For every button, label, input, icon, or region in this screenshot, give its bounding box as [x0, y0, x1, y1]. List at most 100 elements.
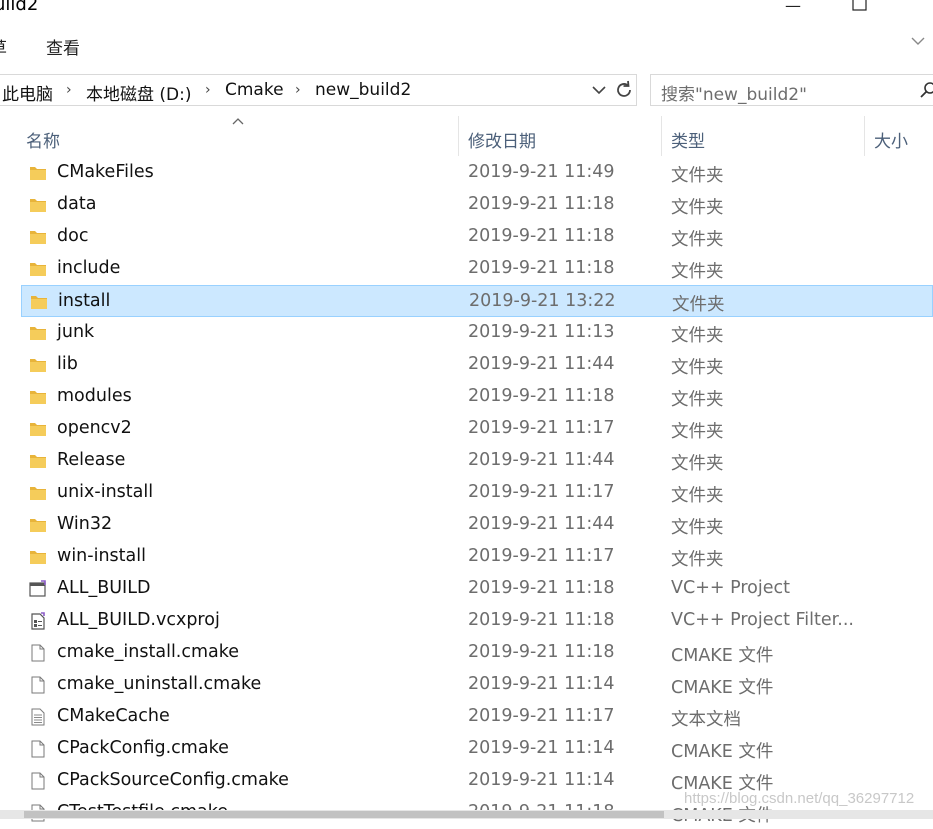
search-icon[interactable]: [919, 81, 933, 99]
file-name[interactable]: lib: [57, 354, 78, 374]
file-name[interactable]: opencv2: [57, 418, 132, 438]
file-date-modified: 2019-9-21 11:14: [468, 674, 615, 694]
file-type: 文件夹: [671, 518, 724, 538]
breadcrumb-drive[interactable]: 本地磁盘 (D:): [86, 80, 192, 105]
file-name[interactable]: data: [57, 194, 96, 214]
folder-icon: [29, 356, 47, 374]
column-divider[interactable]: [864, 116, 865, 156]
file-row[interactable]: Win32 2019-9-21 11:44 文件夹: [21, 509, 933, 541]
file-row[interactable]: data 2019-9-21 11:18 文件夹: [21, 189, 933, 221]
file-row[interactable]: include 2019-9-21 11:18 文件夹: [21, 253, 933, 285]
file-row[interactable]: install 2019-9-21 13:22 文件夹: [21, 285, 933, 317]
file-row[interactable]: cmake_uninstall.cmake 2019-9-21 11:14 CMAK…: [21, 669, 933, 701]
file-date-modified: 2019-9-21 11:18: [468, 610, 615, 630]
file-date-modified: 2019-9-21 11:14: [468, 770, 615, 790]
chevron-down-icon[interactable]: [911, 34, 925, 48]
scrollbar-thumb[interactable]: [24, 811, 664, 818]
folder-icon: [29, 452, 47, 470]
file-icon: [29, 676, 47, 694]
file-date-modified: 2019-9-21 11:18: [468, 386, 615, 406]
file-name[interactable]: unix-install: [57, 482, 153, 502]
column-divider[interactable]: [458, 116, 459, 156]
file-date-modified: 2019-9-21 11:49: [468, 162, 615, 182]
minimize-button[interactable]: —: [785, 0, 801, 15]
address-bar[interactable]: 此电脑 › 本地磁盘 (D:) › Cmake › new_build2: [0, 74, 637, 106]
folder-icon: [29, 516, 47, 534]
file-name[interactable]: CMakeFiles: [57, 162, 154, 182]
file-row[interactable]: junk 2019-9-21 11:13 文件夹: [21, 317, 933, 349]
file-row[interactable]: opencv2 2019-9-21 11:17 文件夹: [21, 413, 933, 445]
file-name[interactable]: Win32: [57, 514, 112, 534]
tab-view[interactable]: 查看: [46, 34, 80, 59]
file-name[interactable]: cmake_uninstall.cmake: [57, 674, 261, 694]
column-name[interactable]: 名称: [26, 127, 60, 152]
file-row[interactable]: CMakeCache 2019-9-21 11:17 文本文档: [21, 701, 933, 733]
file-name[interactable]: install: [58, 291, 110, 311]
file-type: 文件夹: [671, 390, 724, 410]
file-row[interactable]: CPackConfig.cmake 2019-9-21 11:14 CMAKE 文件: [21, 733, 933, 765]
file-row[interactable]: CMakeFiles 2019-9-21 11:49 文件夹: [21, 157, 933, 189]
column-date-modified[interactable]: 修改日期: [468, 127, 536, 152]
file-type: 文件夹: [671, 198, 724, 218]
file-date-modified: 2019-9-21 11:44: [468, 514, 615, 534]
file-name[interactable]: modules: [57, 386, 132, 406]
file-type: 文件夹: [671, 454, 724, 474]
address-dropdown-icon[interactable]: [590, 81, 608, 99]
file-name[interactable]: CPackConfig.cmake: [57, 738, 229, 758]
file-name[interactable]: doc: [57, 226, 88, 246]
file-row[interactable]: lib 2019-9-21 11:44 文件夹: [21, 349, 933, 381]
folder-icon: [29, 388, 47, 406]
file-row[interactable]: unix-install 2019-9-21 11:17 文件夹: [21, 477, 933, 509]
tab-share[interactable]: 草: [0, 34, 7, 59]
file-name[interactable]: ALL_BUILD.vcxproj: [57, 610, 220, 630]
file-type: 文本文档: [671, 710, 741, 730]
folder-icon: [29, 548, 47, 566]
file-type: 文件夹: [671, 486, 724, 506]
file-name[interactable]: win-install: [57, 546, 146, 566]
text-file-icon: [29, 708, 47, 726]
file-row[interactable]: doc 2019-9-21 11:18 文件夹: [21, 221, 933, 253]
breadcrumb-new-build2[interactable]: new_build2: [315, 80, 411, 100]
file-name[interactable]: Release: [57, 450, 125, 470]
breadcrumb-separator-icon[interactable]: ›: [205, 82, 211, 98]
column-divider[interactable]: [661, 116, 662, 156]
file-name[interactable]: junk: [57, 322, 94, 342]
file-type: 文件夹: [671, 422, 724, 442]
folder-icon: [29, 260, 47, 278]
refresh-icon[interactable]: [613, 79, 635, 101]
file-row[interactable]: Release 2019-9-21 11:44 文件夹: [21, 445, 933, 477]
file-name[interactable]: CMakeCache: [57, 706, 170, 726]
breadcrumb-this-pc[interactable]: 此电脑: [2, 80, 53, 105]
column-type[interactable]: 类型: [671, 127, 705, 152]
file-row[interactable]: win-install 2019-9-21 11:17 文件夹: [21, 541, 933, 573]
file-type: CMAKE 文件: [671, 678, 774, 698]
file-row[interactable]: ALL_BUILD.vcxproj 2019-9-21 11:18 VC++ Pro…: [21, 605, 933, 637]
file-type: 文件夹: [671, 550, 724, 570]
vcproj-icon: [29, 580, 47, 598]
folder-icon: [29, 228, 47, 246]
file-type: 文件夹: [672, 295, 725, 315]
horizontal-scrollbar[interactable]: [0, 810, 933, 819]
file-row[interactable]: ALL_BUILD 2019-9-21 11:18 VC++ Project: [21, 573, 933, 605]
folder-icon: [29, 196, 47, 214]
breadcrumb-separator-icon[interactable]: ›: [295, 82, 301, 98]
file-name[interactable]: include: [57, 258, 120, 278]
file-name[interactable]: cmake_install.cmake: [57, 642, 239, 662]
breadcrumb-separator-icon[interactable]: ›: [66, 82, 72, 98]
breadcrumb-cmake[interactable]: Cmake: [225, 80, 284, 100]
file-date-modified: 2019-9-21 11:14: [468, 738, 615, 758]
file-date-modified: 2019-9-21 13:22: [469, 291, 616, 311]
folder-icon: [29, 484, 47, 502]
file-name[interactable]: CPackSourceConfig.cmake: [57, 770, 289, 790]
file-date-modified: 2019-9-21 11:44: [468, 450, 615, 470]
file-row[interactable]: modules 2019-9-21 11:18 文件夹: [21, 381, 933, 413]
column-size[interactable]: 大小: [874, 127, 908, 152]
ribbon-tabs: 草 查看: [0, 30, 933, 62]
search-input[interactable]: 搜索"new_build2": [650, 74, 933, 106]
maximize-button[interactable]: [852, 0, 868, 12]
file-date-modified: 2019-9-21 11:17: [468, 546, 615, 566]
window-title: uild2: [0, 0, 39, 15]
file-row[interactable]: cmake_install.cmake 2019-9-21 11:18 CMAKE …: [21, 637, 933, 669]
file-name[interactable]: ALL_BUILD: [57, 578, 150, 598]
file-type: 文件夹: [671, 166, 724, 186]
